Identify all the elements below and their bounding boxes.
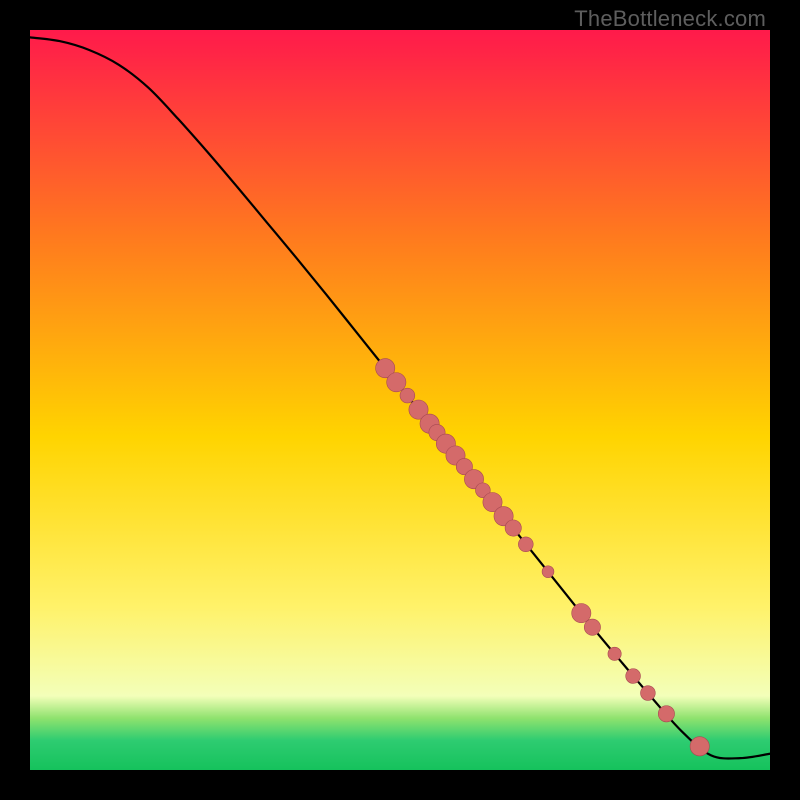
curve-marker (608, 647, 621, 660)
chart-svg (30, 30, 770, 770)
curve-marker (584, 619, 600, 635)
curve-marker (626, 669, 641, 684)
gradient-background (30, 30, 770, 770)
curve-marker (518, 537, 533, 552)
curve-marker (505, 520, 521, 536)
curve-marker (641, 686, 656, 701)
plot-area (30, 30, 770, 770)
curve-marker (690, 737, 709, 756)
watermark-text: TheBottleneck.com (574, 6, 766, 32)
chart-frame: TheBottleneck.com (0, 0, 800, 800)
curve-marker (542, 566, 554, 578)
curve-marker (387, 373, 406, 392)
curve-marker (658, 706, 674, 722)
curve-marker (400, 388, 415, 403)
curve-marker (572, 604, 591, 623)
